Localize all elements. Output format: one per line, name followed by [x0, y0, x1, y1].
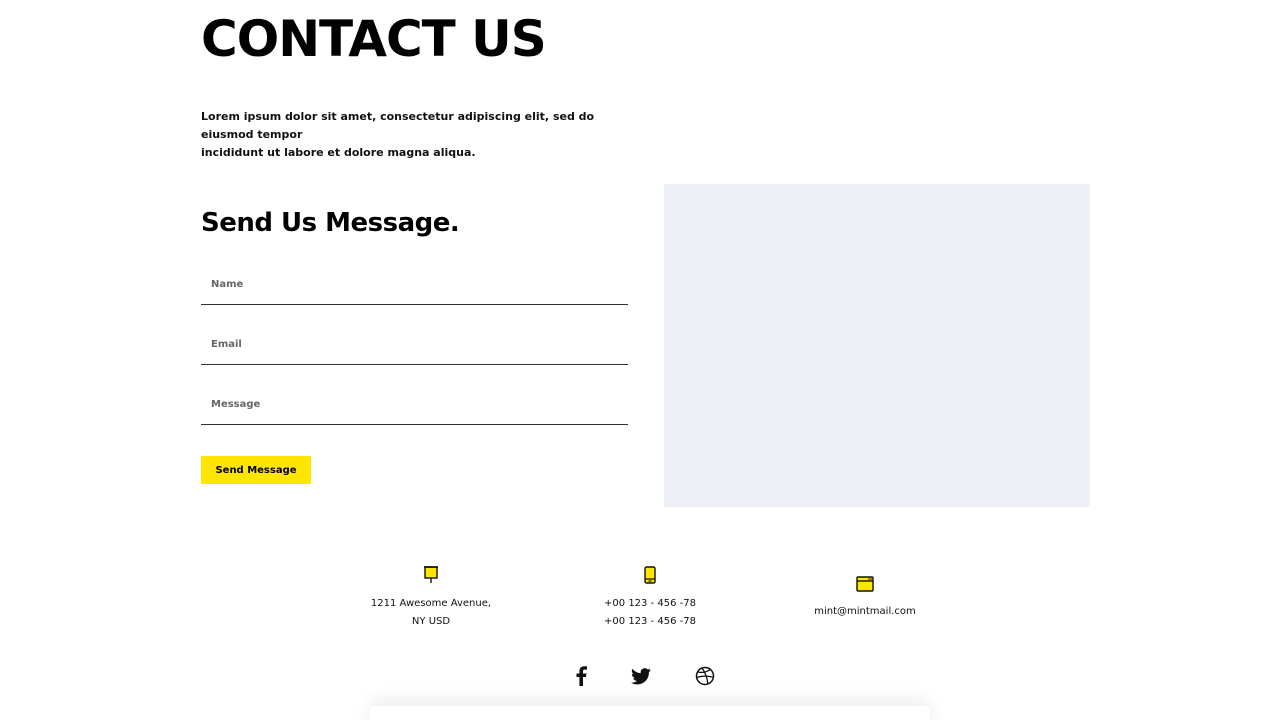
- message-field-wrapper: [201, 385, 628, 425]
- form-heading: Send Us Message.: [201, 208, 460, 238]
- browser-window-icon: [795, 576, 935, 599]
- phone-line-2: +00 123 - 456 -78: [604, 616, 696, 627]
- address-info: 1211 Awesome Avenue, NY USD: [360, 566, 502, 631]
- address-line-1: 1211 Awesome Avenue,: [370, 598, 492, 609]
- intro-line-1: Lorem ipsum dolor sit amet, consectetur …: [201, 110, 595, 141]
- mobile-phone-icon: [580, 566, 720, 591]
- intro-text: Lorem ipsum dolor sit amet, consectetur …: [201, 108, 621, 162]
- email-field-wrapper: [201, 325, 628, 365]
- send-message-button[interactable]: Send Message: [201, 456, 311, 484]
- name-input[interactable]: [201, 265, 628, 304]
- map-placeholder: [664, 184, 1090, 507]
- email-input[interactable]: [201, 325, 628, 364]
- signpost-icon: [360, 566, 502, 591]
- intro-line-2: incididunt ut labore et dolore magna ali…: [201, 146, 476, 159]
- page-title: CONTACT US: [201, 10, 547, 68]
- facebook-icon[interactable]: [570, 665, 592, 687]
- message-input[interactable]: [201, 385, 628, 424]
- footer-panel: [370, 706, 930, 720]
- email-address[interactable]: mint@mintmail.com: [814, 606, 916, 617]
- phone-info: +00 123 - 456 -78 +00 123 - 456 -78: [580, 566, 720, 631]
- dribbble-icon[interactable]: [694, 665, 716, 687]
- email-info: mint@mintmail.com: [795, 576, 935, 621]
- address-line-2: NY USD: [411, 616, 451, 627]
- name-field-wrapper: [201, 265, 628, 305]
- twitter-icon[interactable]: [630, 665, 652, 687]
- phone-line-1: +00 123 - 456 -78: [604, 598, 696, 609]
